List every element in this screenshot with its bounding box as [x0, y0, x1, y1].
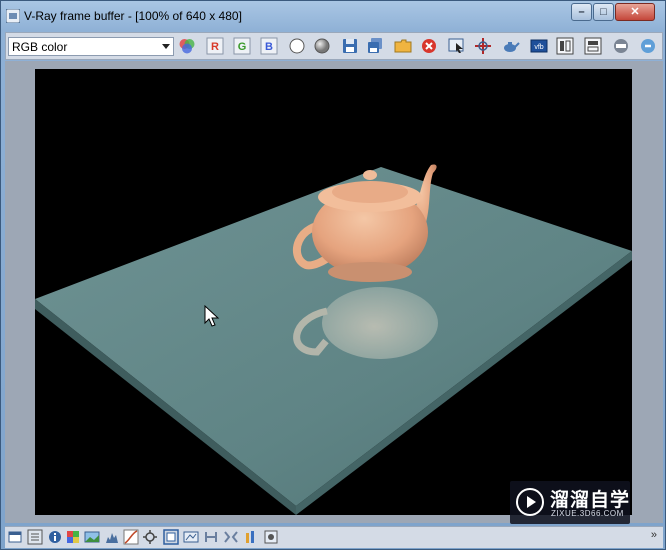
gray-circle-icon	[314, 38, 330, 54]
expand-toolbar-icon[interactable]: »	[651, 529, 657, 541]
image-icon	[84, 531, 100, 543]
watermark-name: 溜溜自学	[550, 490, 631, 511]
green-channel-icon: G	[233, 37, 251, 55]
site-watermark: 溜溜自学 ZIXUE.3D66.COM	[510, 481, 630, 524]
vfb-toolbar: RGB color R G B vfb	[5, 32, 663, 60]
compare-a-button[interactable]	[554, 35, 576, 57]
render-icon	[614, 39, 628, 53]
chevron-down-icon	[162, 44, 170, 49]
curves-icon	[123, 529, 139, 545]
sb-settings-button[interactable]	[263, 529, 279, 545]
watermark-url: ZIXUE.3D66.COM	[551, 509, 624, 518]
sb-levels-button[interactable]	[104, 529, 120, 545]
folder-icon	[394, 39, 412, 53]
green-channel-button[interactable]: G	[231, 35, 253, 57]
color-picker-icon	[67, 531, 79, 543]
window-icon	[8, 531, 22, 543]
red-channel-button[interactable]: R	[204, 35, 226, 57]
svg-text:B: B	[265, 41, 273, 53]
sb-linked-button[interactable]	[223, 529, 239, 545]
render-last-button[interactable]	[500, 35, 522, 57]
sb-bars-button[interactable]	[243, 529, 259, 545]
close-icon: ✕	[630, 6, 640, 18]
blue-channel-button[interactable]: B	[258, 35, 280, 57]
frame-icon	[163, 529, 179, 545]
exposure-icon	[143, 530, 157, 544]
levels-icon	[106, 533, 118, 543]
stop-icon	[641, 39, 655, 53]
bars-icon	[246, 531, 254, 543]
sb-exposure-button[interactable]	[142, 529, 158, 545]
sb-hsv-button[interactable]	[203, 529, 219, 545]
minimize-icon: –	[578, 6, 585, 18]
save-all-icon	[368, 38, 382, 53]
clear-icon	[422, 39, 436, 53]
sb-history-button[interactable]	[27, 529, 43, 545]
svg-text:vfb: vfb	[534, 44, 543, 51]
render-button[interactable]	[610, 35, 632, 57]
info-icon	[49, 531, 61, 543]
sb-info-button[interactable]	[47, 529, 63, 545]
red-channel-icon: R	[206, 37, 224, 55]
lens-effects-icon: vfb	[530, 39, 548, 53]
window-title: V-Ray frame buffer - [100% of 640 x 480]	[24, 9, 242, 23]
white-display-button[interactable]	[286, 35, 308, 57]
clear-image-button[interactable]	[418, 35, 440, 57]
colors-button[interactable]	[176, 35, 198, 57]
sb-color-picker-button[interactable]	[65, 529, 81, 545]
load-image-button[interactable]	[392, 35, 414, 57]
status-bar: »	[5, 526, 663, 548]
hsv-icon	[205, 532, 217, 542]
vfb-window: V-Ray frame buffer - [100% of 640 x 480]…	[0, 0, 666, 550]
svg-text:R: R	[211, 41, 219, 53]
render-viewport[interactable]	[5, 61, 663, 523]
colors-icon	[179, 39, 195, 54]
vray-app-icon	[6, 9, 20, 23]
lens-effects-button[interactable]: vfb	[528, 35, 550, 57]
minimize-button[interactable]: –	[571, 3, 592, 21]
maximize-button[interactable]: □	[593, 3, 614, 21]
sb-lut-button[interactable]	[183, 529, 199, 545]
sb-window-button[interactable]	[7, 529, 23, 545]
sb-curves-button[interactable]	[123, 529, 139, 545]
compare-b-icon	[584, 37, 602, 55]
svg-text:G: G	[238, 41, 247, 53]
teapot-icon	[504, 42, 520, 52]
lut-icon	[183, 531, 199, 543]
blue-channel-icon: B	[260, 37, 278, 55]
save-all-button[interactable]	[364, 35, 386, 57]
play-logo-icon	[516, 488, 544, 516]
stop-button[interactable]	[637, 35, 659, 57]
close-button[interactable]: ✕	[615, 3, 655, 21]
save-image-button[interactable]	[339, 35, 361, 57]
title-bar[interactable]: V-Ray frame buffer - [100% of 640 x 480]…	[1, 1, 665, 31]
rendered-image[interactable]	[35, 69, 632, 515]
maximize-icon: □	[600, 6, 607, 18]
track-mouse-icon	[448, 38, 464, 53]
sb-image-button[interactable]	[84, 529, 100, 545]
history-icon	[27, 529, 43, 545]
mono-display-button[interactable]	[311, 35, 333, 57]
render-scene	[35, 164, 632, 515]
track-mouse-button[interactable]	[446, 35, 468, 57]
sb-frame-button[interactable]	[163, 529, 179, 545]
linked-icon	[224, 531, 238, 543]
channel-select-value: RGB color	[12, 40, 68, 54]
region-icon	[475, 38, 491, 54]
settings-icon	[264, 530, 278, 544]
channel-select[interactable]: RGB color	[8, 37, 174, 56]
white-circle-icon	[289, 38, 305, 54]
save-icon	[343, 39, 357, 53]
compare-b-button[interactable]	[582, 35, 604, 57]
compare-a-icon	[556, 37, 574, 55]
region-render-button[interactable]	[472, 35, 494, 57]
